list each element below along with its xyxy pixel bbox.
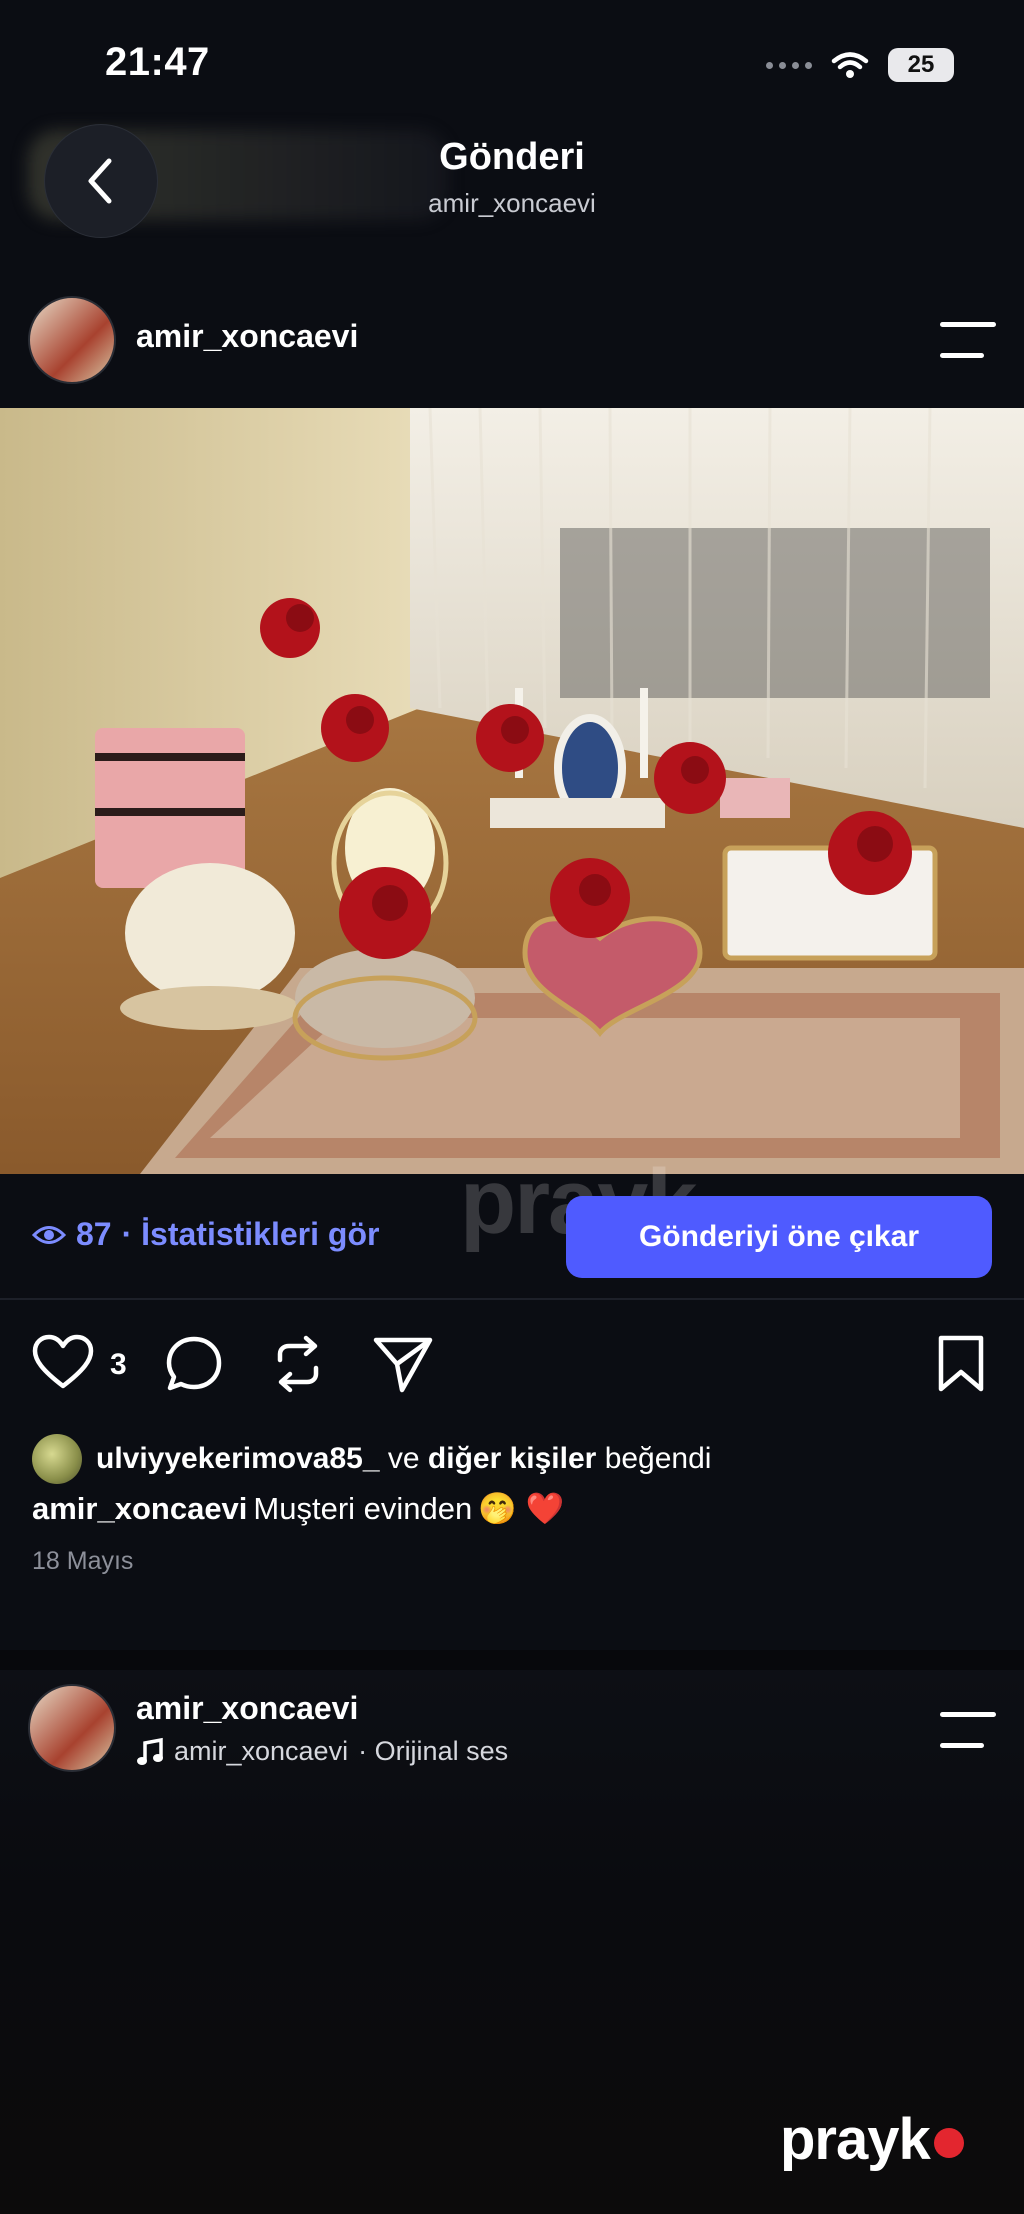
caption-text: Muşteri evinden <box>253 1490 473 1526</box>
caption-username[interactable]: amir_xoncaevi <box>32 1491 247 1527</box>
bookmark-icon[interactable] <box>936 1334 986 1394</box>
insights-link[interactable]: 87 · İstatistikleri gör <box>32 1216 379 1253</box>
heart-icon[interactable] <box>32 1334 94 1390</box>
audio-label: · Orijinal ses <box>358 1736 509 1766</box>
menu-icon[interactable] <box>940 322 996 358</box>
audio-username: amir_xoncaevi <box>174 1736 349 1766</box>
view-count: 87 <box>76 1216 112 1252</box>
insights-label: · İstatistikleri gör <box>121 1216 380 1252</box>
logo-dot-icon <box>933 2127 964 2158</box>
avatar[interactable] <box>28 296 116 384</box>
caption-emoji: 🤭 ❤️ <box>478 1491 565 1526</box>
post-date: 18 Mayıs <box>32 1547 134 1575</box>
post-username[interactable]: amir_xoncaevi <box>136 318 358 355</box>
boost-post-button[interactable]: Gönderiyi öne çıkar <box>566 1196 992 1278</box>
post-caption: amir_xoncaevi Muşteri evinden 🤭 ❤️ <box>32 1490 564 1527</box>
like-count[interactable]: 3 <box>110 1348 127 1382</box>
page-subtitle[interactable]: amir_xoncaevi <box>0 188 1024 219</box>
liked-by-line[interactable]: ulviyyekerimova85_ ve diğer kişiler beğe… <box>32 1434 711 1484</box>
second-post-avatar[interactable] <box>28 1684 116 1772</box>
post-separator <box>0 1650 1024 1670</box>
repost-icon[interactable] <box>270 1334 326 1394</box>
comment-icon[interactable] <box>164 1334 224 1394</box>
music-note-icon <box>137 1737 163 1765</box>
brand-logo: prayk <box>780 2106 964 2173</box>
status-indicators: 25 <box>766 48 954 82</box>
battery-indicator: 25 <box>888 48 954 82</box>
status-time: 21:47 <box>105 40 210 84</box>
divider <box>0 1298 1024 1300</box>
liked-by-others[interactable]: diğer kişiler <box>428 1442 596 1475</box>
post-photo[interactable] <box>0 408 1024 1174</box>
share-icon[interactable] <box>372 1334 434 1394</box>
liked-by-suffix: beğendi <box>604 1442 712 1475</box>
second-post-audio[interactable]: amir_xoncaevi · Orijinal ses <box>136 1736 508 1767</box>
page-title: Gönderi <box>439 136 585 178</box>
second-post-menu-icon[interactable] <box>940 1712 996 1748</box>
brand-logo-text: prayk <box>780 2107 931 2172</box>
liker-username[interactable]: ulviyyekerimova85_ <box>96 1442 380 1475</box>
post-photo-illustration <box>0 408 1024 1174</box>
signal-dots-icon <box>766 61 812 69</box>
wifi-icon <box>831 52 869 78</box>
eye-icon <box>32 1225 66 1244</box>
liker-avatar[interactable] <box>32 1434 82 1484</box>
liked-by-connector: ve <box>387 1442 420 1475</box>
second-post-username[interactable]: amir_xoncaevi <box>136 1690 358 1727</box>
